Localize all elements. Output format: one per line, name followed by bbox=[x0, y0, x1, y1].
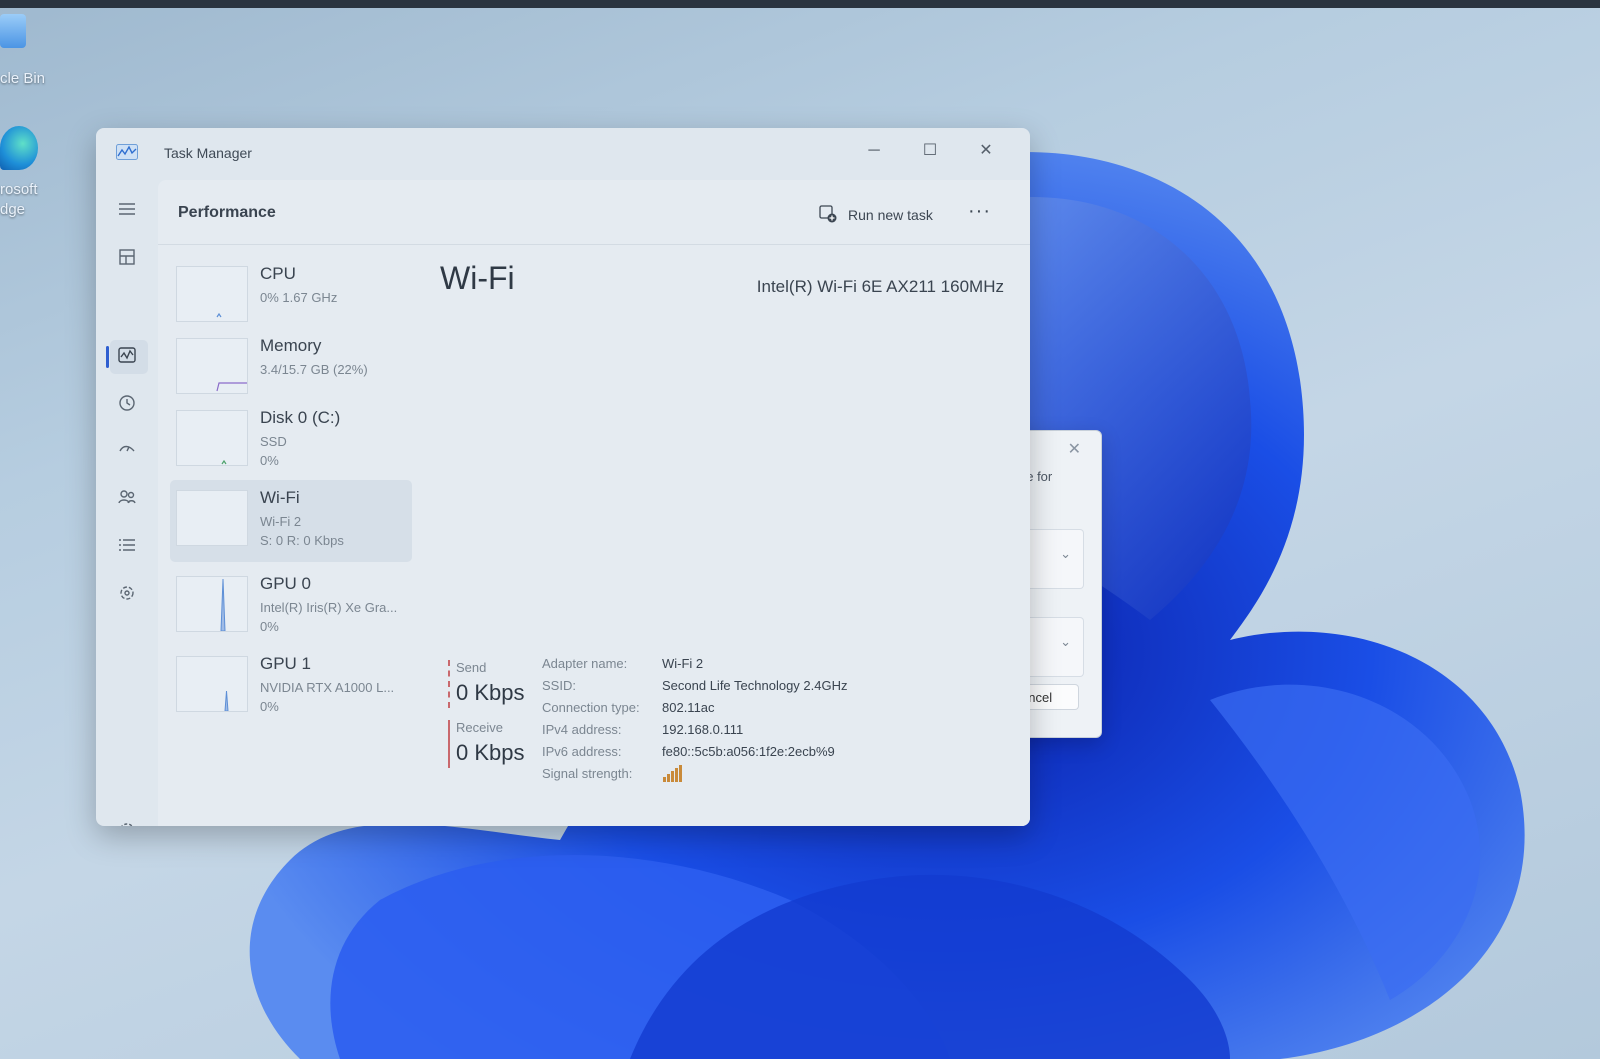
property-key: Connection type: bbox=[542, 700, 640, 715]
adapter-model: Intel(R) Wi-Fi 6E AX211 160MHz bbox=[756, 277, 1004, 296]
device-detail: S: 0 R: 0 Kbps bbox=[260, 533, 344, 548]
send-legend-line bbox=[448, 660, 450, 708]
disk-thumbnail-graph bbox=[176, 410, 248, 466]
property-value: 192.168.0.111 bbox=[662, 722, 744, 737]
send-label: Send bbox=[456, 660, 487, 675]
startup-apps-icon[interactable] bbox=[114, 438, 140, 464]
device-detail: Wi-Fi 2 bbox=[260, 514, 302, 529]
more-options-icon[interactable]: ··· bbox=[968, 200, 991, 223]
device-item-memory[interactable]: Memory 3.4/15.7 GB (22%) bbox=[170, 328, 412, 404]
users-icon[interactable] bbox=[114, 486, 140, 512]
nav-active-indicator bbox=[106, 346, 109, 368]
device-detail: NVIDIA RTX A1000 L... bbox=[260, 680, 395, 695]
device-detail: SSD bbox=[260, 434, 287, 449]
signal-strength-icon bbox=[662, 764, 682, 785]
wifi-thumbnail-graph bbox=[176, 490, 248, 546]
device-detail: 0% bbox=[260, 699, 279, 714]
services-icon[interactable] bbox=[114, 582, 140, 608]
run-new-task-button[interactable]: Run new task bbox=[818, 198, 933, 232]
device-name: Wi-Fi bbox=[260, 488, 300, 507]
property-key: IPv6 address: bbox=[542, 744, 622, 759]
property-value: 802.11ac bbox=[662, 700, 715, 715]
close-button[interactable]: ✕ bbox=[964, 136, 1008, 166]
hamburger-menu-icon[interactable] bbox=[114, 198, 140, 224]
device-name: GPU 1 bbox=[260, 654, 312, 673]
maximize-button[interactable]: ☐ bbox=[908, 136, 952, 166]
receive-legend-line bbox=[448, 720, 450, 768]
title-bar[interactable]: Task Manager ─ ☐ ✕ bbox=[96, 128, 1030, 180]
desktop-icon-label: rosoft dge bbox=[0, 181, 38, 218]
property-key: SSID: bbox=[542, 678, 576, 693]
recycle-bin-icon bbox=[0, 14, 26, 48]
device-item-gpu0[interactable]: GPU 0 Intel(R) Iris(R) Xe Gra... 0% bbox=[170, 566, 412, 642]
property-value: Second Life Technology 2.4GHz bbox=[662, 678, 848, 693]
nav-rail bbox=[96, 180, 158, 826]
device-detail: Intel(R) Iris(R) Xe Gra... bbox=[260, 600, 398, 615]
desktop-icon-label: cle Bin bbox=[0, 70, 46, 87]
device-detail: 3.4/15.7 GB (22%) bbox=[260, 362, 368, 377]
device-detail: 0% bbox=[260, 619, 279, 634]
desktop-edge[interactable]: rosoft dge bbox=[0, 126, 38, 220]
property-key: Adapter name: bbox=[542, 656, 628, 671]
device-item-wifi[interactable]: Wi-Fi Wi-Fi 2 S: 0 R: 0 Kbps bbox=[170, 480, 412, 562]
property-key: Signal strength: bbox=[542, 766, 633, 781]
gpu0-thumbnail-graph bbox=[176, 576, 248, 632]
window-title: Task Manager bbox=[164, 145, 252, 161]
property-value: fe80::5c5b:a056:1f2e:2ecb%9 bbox=[662, 744, 835, 759]
receive-value: 0 Kbps bbox=[456, 740, 525, 765]
device-name: Memory bbox=[260, 336, 322, 355]
device-title: Wi-Fi bbox=[440, 260, 515, 296]
device-detail: 0% 1.67 GHz bbox=[260, 290, 338, 305]
task-manager-logo-icon bbox=[116, 144, 138, 160]
app-history-icon[interactable] bbox=[114, 392, 140, 418]
screen-top-edge bbox=[0, 0, 1600, 8]
processes-icon[interactable] bbox=[114, 246, 140, 272]
minimize-button[interactable]: ─ bbox=[852, 136, 896, 166]
property-value: Wi-Fi 2 bbox=[662, 656, 704, 671]
property-key: IPv4 address: bbox=[542, 722, 622, 737]
settings-gear-icon[interactable] bbox=[114, 820, 140, 826]
device-name: CPU bbox=[260, 264, 296, 283]
close-icon[interactable]: ✕ bbox=[1068, 439, 1081, 459]
run-task-icon bbox=[818, 204, 838, 227]
device-item-disk[interactable]: Disk 0 (C:) SSD 0% bbox=[170, 400, 412, 476]
send-value: 0 Kbps bbox=[456, 680, 525, 705]
cpu-thumbnail-graph bbox=[176, 266, 248, 322]
device-item-cpu[interactable]: CPU 0% 1.67 GHz bbox=[170, 256, 412, 332]
performance-panel: Performance Run new task ··· CPU 0% 1.67… bbox=[158, 180, 1030, 826]
device-name: Disk 0 (C:) bbox=[260, 408, 341, 427]
memory-thumbnail-graph bbox=[176, 338, 248, 394]
run-new-task-label: Run new task bbox=[848, 207, 933, 223]
edge-icon bbox=[0, 126, 38, 170]
details-icon[interactable] bbox=[114, 534, 140, 560]
gpu1-thumbnail-graph bbox=[176, 656, 248, 712]
device-detail: 0% bbox=[260, 453, 279, 468]
chevron-down-icon: ⌄ bbox=[1060, 546, 1071, 561]
task-manager-window: Task Manager ─ ☐ ✕ Performance Run new t… bbox=[96, 128, 1030, 826]
desktop-recycle-bin[interactable]: cle Bin bbox=[0, 14, 45, 87]
performance-icon[interactable] bbox=[114, 344, 140, 370]
device-item-gpu1[interactable]: GPU 1 NVIDIA RTX A1000 L... 0% bbox=[170, 646, 412, 722]
header-divider bbox=[158, 244, 1030, 245]
device-name: GPU 0 bbox=[260, 574, 312, 593]
chevron-down-icon: ⌄ bbox=[1060, 634, 1071, 649]
page-title: Performance bbox=[178, 204, 276, 221]
receive-label: Receive bbox=[456, 720, 503, 735]
